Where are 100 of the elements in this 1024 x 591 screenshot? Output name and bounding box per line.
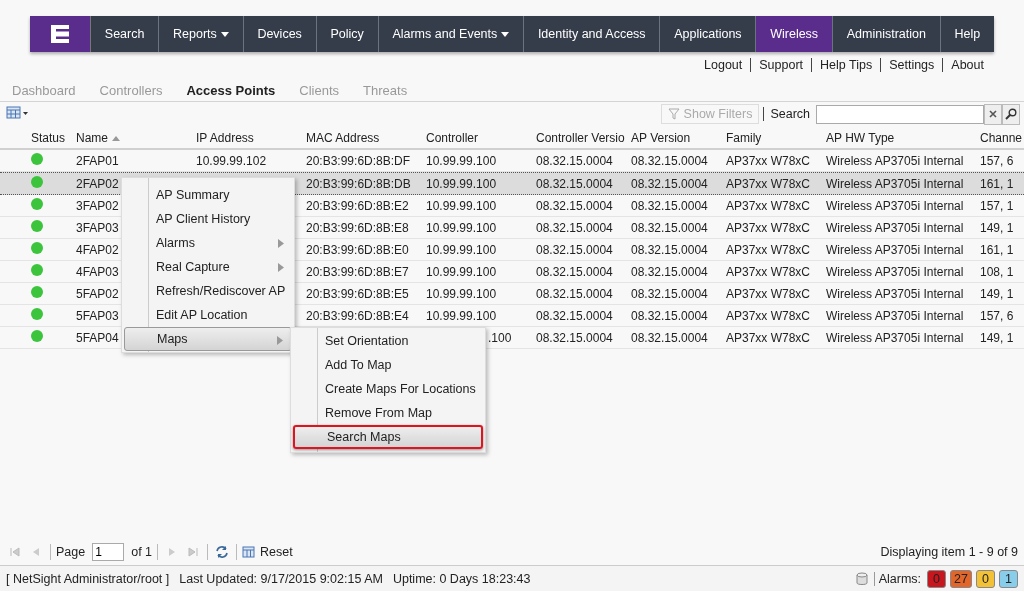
database-icon[interactable] <box>855 571 868 586</box>
column-header[interactable]: AP Version <box>631 131 726 145</box>
nav-tab[interactable]: Search <box>91 16 160 52</box>
column-header[interactable]: Name <box>76 131 196 145</box>
table-cell: 2FAP01 <box>76 153 119 168</box>
column-header[interactable]: IP Address <box>196 131 306 145</box>
table-cell: 4FAP03 <box>76 264 119 279</box>
nav-tab[interactable]: Administration <box>832 16 941 52</box>
table-cell: 20:B3:99:6D:8B:E5 <box>306 286 409 301</box>
table-cell: 4FAP02 <box>76 242 119 257</box>
table-cell: Wireless AP3705i Internal <box>826 242 964 257</box>
table-cell: 149, 1 <box>980 286 1014 301</box>
column-header[interactable]: AP HW Type <box>826 131 976 145</box>
nav-tab[interactable]: Alarms and Events <box>378 16 525 52</box>
table-cell: 08.32.15.0004 <box>536 308 613 323</box>
table-cell: 08.32.15.0004 <box>631 330 708 345</box>
column-header[interactable]: Channe <box>976 131 1024 145</box>
header-link[interactable]: Settings <box>880 58 943 72</box>
table-cell: Wireless AP3705i Internal <box>826 153 964 168</box>
table-cell: 149, 1 <box>980 330 1014 345</box>
last-updated: Last Updated: 9/17/2015 9:02:15 AM <box>179 571 383 586</box>
table-cell: 10.99.99.100 <box>426 242 497 257</box>
header-link[interactable]: Support <box>750 58 812 72</box>
table-cell: 20:B3:99:6D:8B:E2 <box>306 198 409 213</box>
menu-item[interactable]: Add To Map <box>293 353 483 377</box>
table-cell: Wireless AP3705i Internal <box>826 308 964 323</box>
table-cell: 157, 6 <box>980 308 1014 323</box>
page-field[interactable]: 1 <box>92 543 125 561</box>
menu-item[interactable]: Real Capture <box>124 255 292 279</box>
table-cell: Wireless AP3705i Internal <box>826 264 964 279</box>
table-cell: 149, 1 <box>980 220 1014 235</box>
menu-item[interactable]: Search Maps <box>293 425 483 449</box>
table-cell: 10.99.99.100 <box>426 153 497 168</box>
menu-item[interactable]: Create Maps For Locations <box>293 377 483 401</box>
search-field[interactable] <box>816 104 984 124</box>
table-cell: 08.32.15.0004 <box>536 176 613 191</box>
sort-ascending-icon <box>112 135 120 141</box>
table-cell: 08.32.15.0004 <box>631 286 708 301</box>
table-cell: 3FAP02 <box>76 198 119 213</box>
menu-item[interactable]: Maps <box>124 327 292 351</box>
sub-tab[interactable]: Access Points <box>186 82 276 98</box>
menu-item[interactable]: Alarms <box>124 231 292 255</box>
alarm-count[interactable]: 27 <box>950 569 972 588</box>
table-cell: 08.32.15.0004 <box>631 308 708 323</box>
table-cell: AP37xx W78xC <box>726 330 811 345</box>
header-link[interactable]: About <box>942 58 984 72</box>
column-header[interactable]: Controller Versio <box>536 131 631 145</box>
table-cell: 08.32.15.0004 <box>631 153 708 168</box>
column-header[interactable]: Controller <box>426 131 536 145</box>
nav-tab[interactable]: Reports <box>159 16 244 52</box>
nav-tab[interactable]: Wireless <box>756 16 833 52</box>
table-cell: 08.32.15.0004 <box>631 198 708 213</box>
table-cell: AP37xx W78xC <box>726 286 811 301</box>
table-cell: Wireless AP3705i Internal <box>826 286 964 301</box>
nav-tab[interactable]: Applications <box>660 16 757 52</box>
table-cell: 5FAP02 <box>76 286 119 301</box>
menu-item[interactable]: Edit AP Location <box>124 303 292 327</box>
table-cell: 10.99.99.100 <box>426 198 497 213</box>
clear-icon[interactable] <box>984 103 1002 125</box>
table-cell: 08.32.15.0004 <box>536 286 613 301</box>
table-cell: 08.32.15.0004 <box>631 242 708 257</box>
reset-button[interactable]: Reset <box>242 545 293 559</box>
table-cell: 161, 1 <box>980 242 1014 257</box>
column-header[interactable]: MAC Address <box>306 131 426 145</box>
header-link[interactable]: Help Tips <box>811 58 881 72</box>
table-cell: 20:B3:99:6D:8B:DB <box>306 176 411 191</box>
table-cell: Wireless AP3705i Internal <box>826 330 964 345</box>
menu-item[interactable]: Remove From Map <box>293 401 483 425</box>
column-header[interactable]: Status <box>0 131 76 145</box>
table-cell: Wireless AP3705i Internal <box>826 176 964 191</box>
nav-tab[interactable]: Policy <box>316 16 379 52</box>
display-count: Displaying item 1 - 9 of 9 <box>880 545 1018 559</box>
table-cell: 157, 6 <box>980 153 1014 168</box>
table-cell: 3FAP03 <box>76 220 119 235</box>
page-count: of 1 <box>131 545 153 559</box>
search-icon[interactable] <box>1002 103 1020 125</box>
table-cell: 157, 1 <box>980 198 1014 213</box>
nav-tab[interactable]: Identity and Access <box>524 16 661 52</box>
table-cell: 08.32.15.0004 <box>631 220 708 235</box>
table-cell: Wireless AP3705i Internal <box>826 220 964 235</box>
menu-item[interactable]: Set Orientation <box>293 329 483 353</box>
alarm-count[interactable]: 1 <box>999 569 1018 588</box>
menu-item[interactable]: AP Client History <box>124 207 292 231</box>
logo-icon[interactable] <box>30 16 91 52</box>
table-cell: 08.32.15.0004 <box>536 264 613 279</box>
table-cell: 10.99.99.102 <box>196 153 267 168</box>
table-cell: AP37xx W78xC <box>726 264 811 279</box>
alarm-count[interactable]: 0 <box>976 569 995 588</box>
table-cell: 20:B3:99:6D:8B:E4 <box>306 308 409 323</box>
table-cell: AP37xx W78xC <box>726 153 811 168</box>
header-link[interactable]: Logout <box>696 58 751 72</box>
table-cell: AP37xx W78xC <box>726 242 811 257</box>
column-header[interactable]: Family <box>726 131 826 145</box>
menu-item[interactable]: Refresh/Rediscover AP <box>124 279 292 303</box>
nav-tab[interactable]: Devices <box>243 16 317 52</box>
nav-tab[interactable]: Help <box>940 16 994 52</box>
table-cell: 08.32.15.0004 <box>536 242 613 257</box>
table-cell: 10.99.99.100 <box>426 264 497 279</box>
table-cell: 5FAP03 <box>76 308 119 323</box>
table-cell: AP37xx W78xC <box>726 308 811 323</box>
